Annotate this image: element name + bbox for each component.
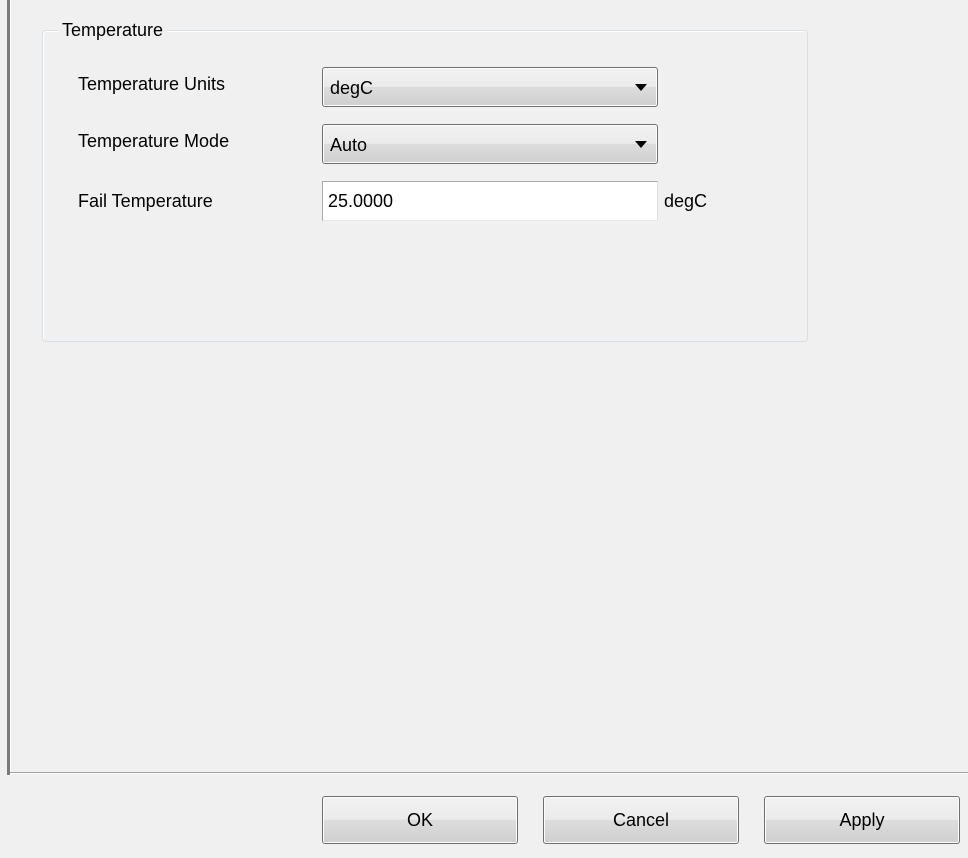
fail-temperature-input[interactable] [322, 181, 658, 221]
fail-temperature-unit: degC [664, 191, 708, 211]
temperature-mode-label: Temperature Mode [78, 131, 230, 151]
temperature-units-label: Temperature Units [78, 74, 226, 94]
cancel-button[interactable]: Cancel [543, 796, 739, 844]
chevron-down-icon [635, 84, 647, 91]
settings-window: Temperature Temperature Units degC Tempe… [0, 0, 968, 858]
left-border-highlight [10, 0, 11, 775]
temperature-units-value: degC [330, 78, 374, 98]
temperature-mode-value: Auto [330, 135, 368, 155]
chevron-down-icon [635, 141, 647, 148]
temperature-mode-dropdown[interactable]: Auto [322, 124, 658, 164]
button-bar-divider-highlight [10, 773, 968, 774]
ok-button[interactable]: OK [322, 796, 518, 844]
groupbox-title: Temperature [58, 19, 168, 41]
fail-temperature-label: Fail Temperature [78, 191, 213, 211]
apply-button[interactable]: Apply [764, 796, 960, 844]
temperature-units-dropdown[interactable]: degC [322, 67, 658, 107]
